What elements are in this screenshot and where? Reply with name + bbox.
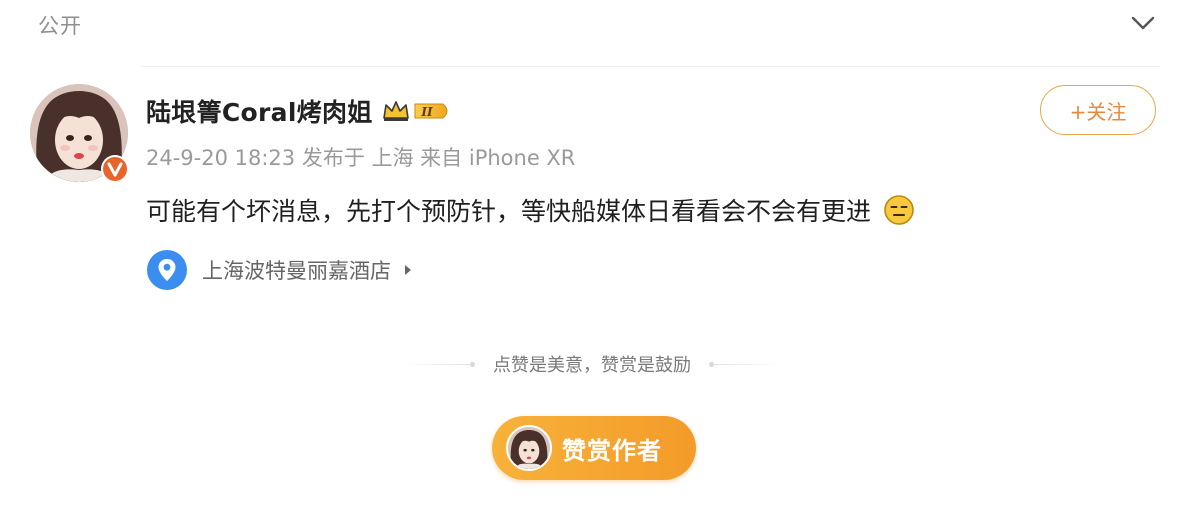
collapse-button[interactable] xyxy=(1128,10,1158,36)
chevron-down-icon xyxy=(1131,16,1155,30)
visibility-label: 公开 xyxy=(38,14,82,38)
follow-button[interactable]: +关注 xyxy=(1040,85,1156,135)
divider-line-left xyxy=(404,363,470,365)
reward-button-label: 赞赏作者 xyxy=(562,436,662,465)
reward-avatar xyxy=(506,425,552,471)
reward-slogan: 点赞是美意，赞赏是鼓励 xyxy=(493,355,691,376)
verified-badge-icon xyxy=(101,155,129,183)
post-text: 可能有个坏消息，先打个预防针，等快船媒体日看看会不会有更进 xyxy=(146,197,872,226)
location-label: 上海波特曼丽嘉酒店 xyxy=(202,259,391,283)
post-body: 可能有个坏消息，先打个预防针，等快船媒体日看看会不会有更进 xyxy=(146,192,915,228)
location-link[interactable]: 上海波特曼丽嘉酒店 xyxy=(146,246,413,294)
author-name[interactable]: 陆垠箐Coral烤肉姐 xyxy=(146,93,373,129)
divider-line-right xyxy=(714,363,780,365)
author-avatar-wrap[interactable] xyxy=(30,84,129,183)
level-badge-icon[interactable]: II xyxy=(413,98,453,124)
author-row: 陆垠箐Coral烤肉姐 II xyxy=(146,92,453,130)
map-pin-icon xyxy=(147,250,187,290)
reward-author-button[interactable]: 赞赏作者 xyxy=(492,416,696,480)
top-divider xyxy=(140,66,1160,67)
reward-divider: 点赞是美意，赞赏是鼓励 xyxy=(404,350,780,378)
expressionless-face-emoji-icon xyxy=(884,195,914,225)
weibo-post-card: 公开 陆垠箐Coral烤肉姐 II +关注 24-9-20 18:23 发布于 … xyxy=(0,0,1200,519)
post-meta: 24-9-20 18:23 发布于 上海 来自 iPhone XR xyxy=(146,146,576,170)
reward-avatar-portrait-icon xyxy=(508,427,550,469)
vip-crown-icon[interactable] xyxy=(381,98,411,124)
caret-right-icon xyxy=(405,265,411,275)
level-badge-text: II xyxy=(420,105,433,119)
